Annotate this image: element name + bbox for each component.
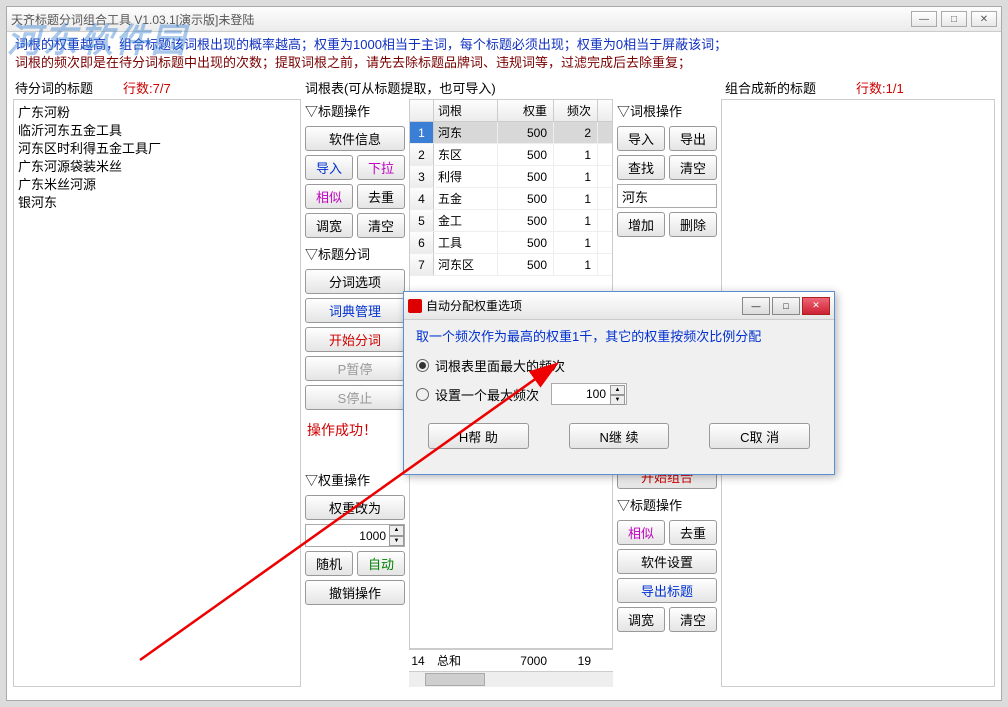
delete-button[interactable]: 删除	[669, 212, 717, 237]
widen-button[interactable]: 调宽	[305, 213, 353, 238]
close-button[interactable]: ✕	[971, 11, 997, 27]
col-freq[interactable]: 频次	[554, 100, 598, 121]
result-dedup-button[interactable]: 去重	[669, 520, 717, 545]
result-titles-count: 行数:1/1	[856, 78, 904, 97]
result-title-ops-head: ▽标题操作	[617, 493, 717, 516]
clear-button[interactable]: 清空	[357, 213, 405, 238]
add-button[interactable]: 增加	[617, 212, 665, 237]
list-item[interactable]: 广东米丝河源	[18, 176, 296, 194]
status-message: 操作成功！	[305, 414, 405, 446]
list-item[interactable]: 河东区时利得五金工具厂	[18, 140, 296, 158]
result-titles-label: 组合成新的标题	[725, 78, 816, 97]
radio-icon	[416, 388, 429, 401]
maximize-button[interactable]: □	[941, 11, 967, 27]
find-button[interactable]: 查找	[617, 155, 665, 180]
dialog-titlebar[interactable]: 自动分配权重选项 — □ ✕	[404, 292, 834, 320]
weight-ops-head: ▽权重操作	[305, 468, 405, 491]
dialog-cancel-button[interactable]: C取 消	[709, 423, 810, 449]
table-row[interactable]: 6工具5001	[410, 232, 612, 254]
export-title-button[interactable]: 导出标题	[617, 578, 717, 603]
roots-table-label: 词根表(可从标题提取，也可导入)	[305, 78, 615, 97]
dedup-button[interactable]: 去重	[357, 184, 405, 209]
radio-icon	[416, 359, 429, 372]
pending-titles-label: 待分词的标题	[15, 78, 93, 97]
random-button[interactable]: 随机	[305, 551, 353, 576]
minimize-button[interactable]: —	[911, 11, 937, 27]
info-panel: 词根的权重越高，组合标题该词根出现的概率越高；权重为1000相当于主词，每个标题…	[7, 32, 1001, 74]
result-widen-button[interactable]: 调宽	[617, 607, 665, 632]
col-weight[interactable]: 权重	[498, 100, 554, 121]
table-row[interactable]: 4五金5001	[410, 188, 612, 210]
window-buttons: — □ ✕	[911, 11, 997, 27]
radio-max-freq-in-table[interactable]: 词根表里面最大的频次	[416, 356, 822, 375]
list-item[interactable]: 银河东	[18, 194, 296, 212]
list-item[interactable]: 广东河源袋装米丝	[18, 158, 296, 176]
software-settings-button[interactable]: 软件设置	[617, 549, 717, 574]
title-ops-panel: ▽标题操作 软件信息 导入 下拉 相似 去重 调宽 清空 ▽标题分词 分词选项 …	[305, 99, 405, 687]
dialog-help-button[interactable]: H帮 助	[428, 423, 529, 449]
info-line-1: 词根的权重越高，组合标题该词根出现的概率越高；权重为1000相当于主词，每个标题…	[15, 36, 993, 54]
dialog-icon	[408, 299, 422, 313]
dialog-hint: 取一个频次作为最高的权重1千，其它的权重按频次比例分配	[416, 328, 822, 346]
col-root[interactable]: 词根	[434, 100, 498, 121]
search-input[interactable]	[617, 184, 717, 208]
radio-set-max-freq[interactable]: 设置一个最大频次 ▲▼	[416, 383, 822, 405]
dropdown-button[interactable]: 下拉	[357, 155, 405, 180]
weight-change-button[interactable]: 权重改为	[305, 495, 405, 520]
dialog-maximize-button[interactable]: □	[772, 297, 800, 315]
table-footer: 14 总和 7000 19	[409, 649, 613, 671]
table-row[interactable]: 3利得5001	[410, 166, 612, 188]
titlebar: 天齐标题分词组合工具 V1.03.1[演示版]未登陆 — □ ✕	[7, 7, 1001, 32]
import-button[interactable]: 导入	[305, 155, 353, 180]
undo-button[interactable]: 撤销操作	[305, 580, 405, 605]
table-row[interactable]: 7河东区5001	[410, 254, 612, 276]
title-ops-head: ▽标题操作	[305, 99, 405, 122]
root-export-button[interactable]: 导出	[669, 126, 717, 151]
col-index	[410, 100, 434, 121]
weight-spinner[interactable]: ▲▼	[389, 525, 404, 546]
similar-button[interactable]: 相似	[305, 184, 353, 209]
table-row[interactable]: 1 河东 500 2	[410, 122, 612, 144]
dialog-title: 自动分配权重选项	[426, 297, 522, 314]
root-import-button[interactable]: 导入	[617, 126, 665, 151]
table-row[interactable]: 5金工5001	[410, 210, 612, 232]
list-item[interactable]: 临沂河东五金工具	[18, 122, 296, 140]
result-clear-button[interactable]: 清空	[669, 607, 717, 632]
list-item[interactable]: 广东河粉	[18, 104, 296, 122]
dict-manage-button[interactable]: 词典管理	[305, 298, 405, 323]
window-title: 天齐标题分词组合工具 V1.03.1[演示版]未登陆	[11, 11, 254, 28]
titles-listbox[interactable]: 广东河粉 临沂河东五金工具 河东区时利得五金工具厂 广东河源袋装米丝 广东米丝河…	[13, 99, 301, 687]
dialog-continue-button[interactable]: N继 续	[569, 423, 670, 449]
seg-ops-head: ▽标题分词	[305, 242, 405, 265]
table-header: 词根 权重 频次	[410, 100, 612, 122]
radio-label: 词根表里面最大的频次	[435, 356, 565, 375]
dialog-close-button[interactable]: ✕	[802, 297, 830, 315]
pending-titles-count: 行数:7/7	[123, 78, 171, 97]
result-similar-button[interactable]: 相似	[617, 520, 665, 545]
stop-button[interactable]: S停止	[305, 385, 405, 410]
root-clear-button[interactable]: 清空	[669, 155, 717, 180]
table-hscrollbar[interactable]	[409, 671, 613, 687]
root-ops-head: ▽词根操作	[617, 99, 717, 122]
start-seg-button[interactable]: 开始分词	[305, 327, 405, 352]
radio-label: 设置一个最大频次	[435, 385, 539, 404]
max-freq-spinner[interactable]: ▲▼	[610, 385, 625, 405]
seg-options-button[interactable]: 分词选项	[305, 269, 405, 294]
auto-weight-dialog: 自动分配权重选项 — □ ✕ 取一个频次作为最高的权重1千，其它的权重按频次比例…	[403, 291, 835, 475]
table-row[interactable]: 2东区5001	[410, 144, 612, 166]
max-freq-input[interactable]	[552, 387, 610, 401]
software-info-button[interactable]: 软件信息	[305, 126, 405, 151]
auto-button[interactable]: 自动	[357, 551, 405, 576]
pause-button[interactable]: P暂停	[305, 356, 405, 381]
info-line-2: 词根的频次即是在待分词标题中出现的次数；提取词根之前，请先去除标题品牌词、违规词…	[15, 54, 993, 72]
dialog-minimize-button[interactable]: —	[742, 297, 770, 315]
section-headers: 待分词的标题 行数:7/7 词根表(可从标题提取，也可导入) 组合成新的标题 行…	[7, 74, 1001, 99]
